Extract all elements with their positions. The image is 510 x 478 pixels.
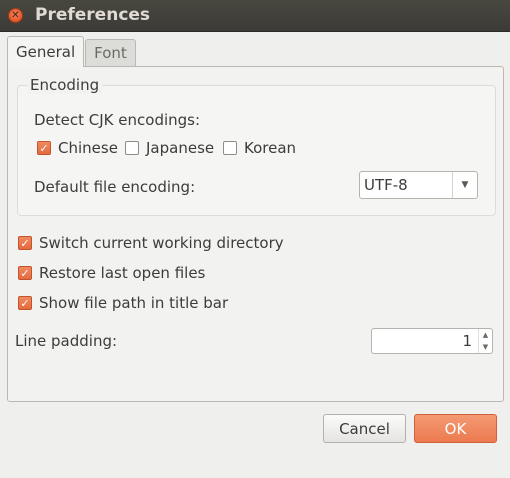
chinese-checkbox[interactable]: Chinese [37,139,118,157]
restore-files-check-icon[interactable] [18,266,32,280]
line-padding-label: Line padding: [15,332,118,350]
switch-cwd-check-icon[interactable] [18,236,32,250]
window-title: Preferences [35,5,151,25]
default-encoding-label: Default file encoding: [34,178,196,196]
japanese-label: Japanese [146,139,215,157]
chinese-label: Chinese [58,139,118,157]
chinese-check-icon[interactable] [37,141,51,155]
stepper-buttons: ▲ ▼ [478,329,492,353]
default-encoding-value: UTF-8 [364,176,408,194]
tab-general[interactable]: General [7,36,85,67]
general-page: Encoding Detect CJK encodings: Chinese J… [7,66,504,402]
encoding-frame-label: Encoding [27,76,103,94]
chevron-down-icon[interactable]: ▼ [479,341,492,353]
chevron-up-icon[interactable]: ▲ [479,329,492,341]
korean-check-icon[interactable] [223,141,237,155]
show-path-label: Show file path in title bar [39,294,229,312]
preferences-window: ✕ Preferences General Font Encoding Dete… [0,0,510,478]
title-bar: ✕ Preferences [0,0,510,32]
japanese-checkbox[interactable]: Japanese [125,139,214,157]
line-padding-stepper[interactable]: 1 ▲ ▼ [371,328,493,354]
tab-bar: General Font [7,36,136,67]
korean-label: Korean [244,139,297,157]
default-encoding-select[interactable]: UTF-8 ▼ [359,171,478,199]
switch-cwd-checkbox[interactable]: Switch current working directory [18,234,284,252]
cancel-button[interactable]: Cancel [323,414,406,443]
restore-files-label: Restore last open files [39,264,206,282]
show-path-check-icon[interactable] [18,296,32,310]
close-icon[interactable]: ✕ [8,8,23,23]
show-path-checkbox[interactable]: Show file path in title bar [18,294,228,312]
chevron-down-icon[interactable]: ▼ [453,172,477,198]
switch-cwd-label: Switch current working directory [39,234,284,252]
tab-font[interactable]: Font [85,39,136,66]
korean-checkbox[interactable]: Korean [223,139,296,157]
detect-cjk-label: Detect CJK encodings: [34,111,201,129]
ok-button[interactable]: OK [414,414,497,443]
restore-files-checkbox[interactable]: Restore last open files [18,264,205,282]
line-padding-value[interactable]: 1 [372,332,478,350]
japanese-check-icon[interactable] [125,141,139,155]
